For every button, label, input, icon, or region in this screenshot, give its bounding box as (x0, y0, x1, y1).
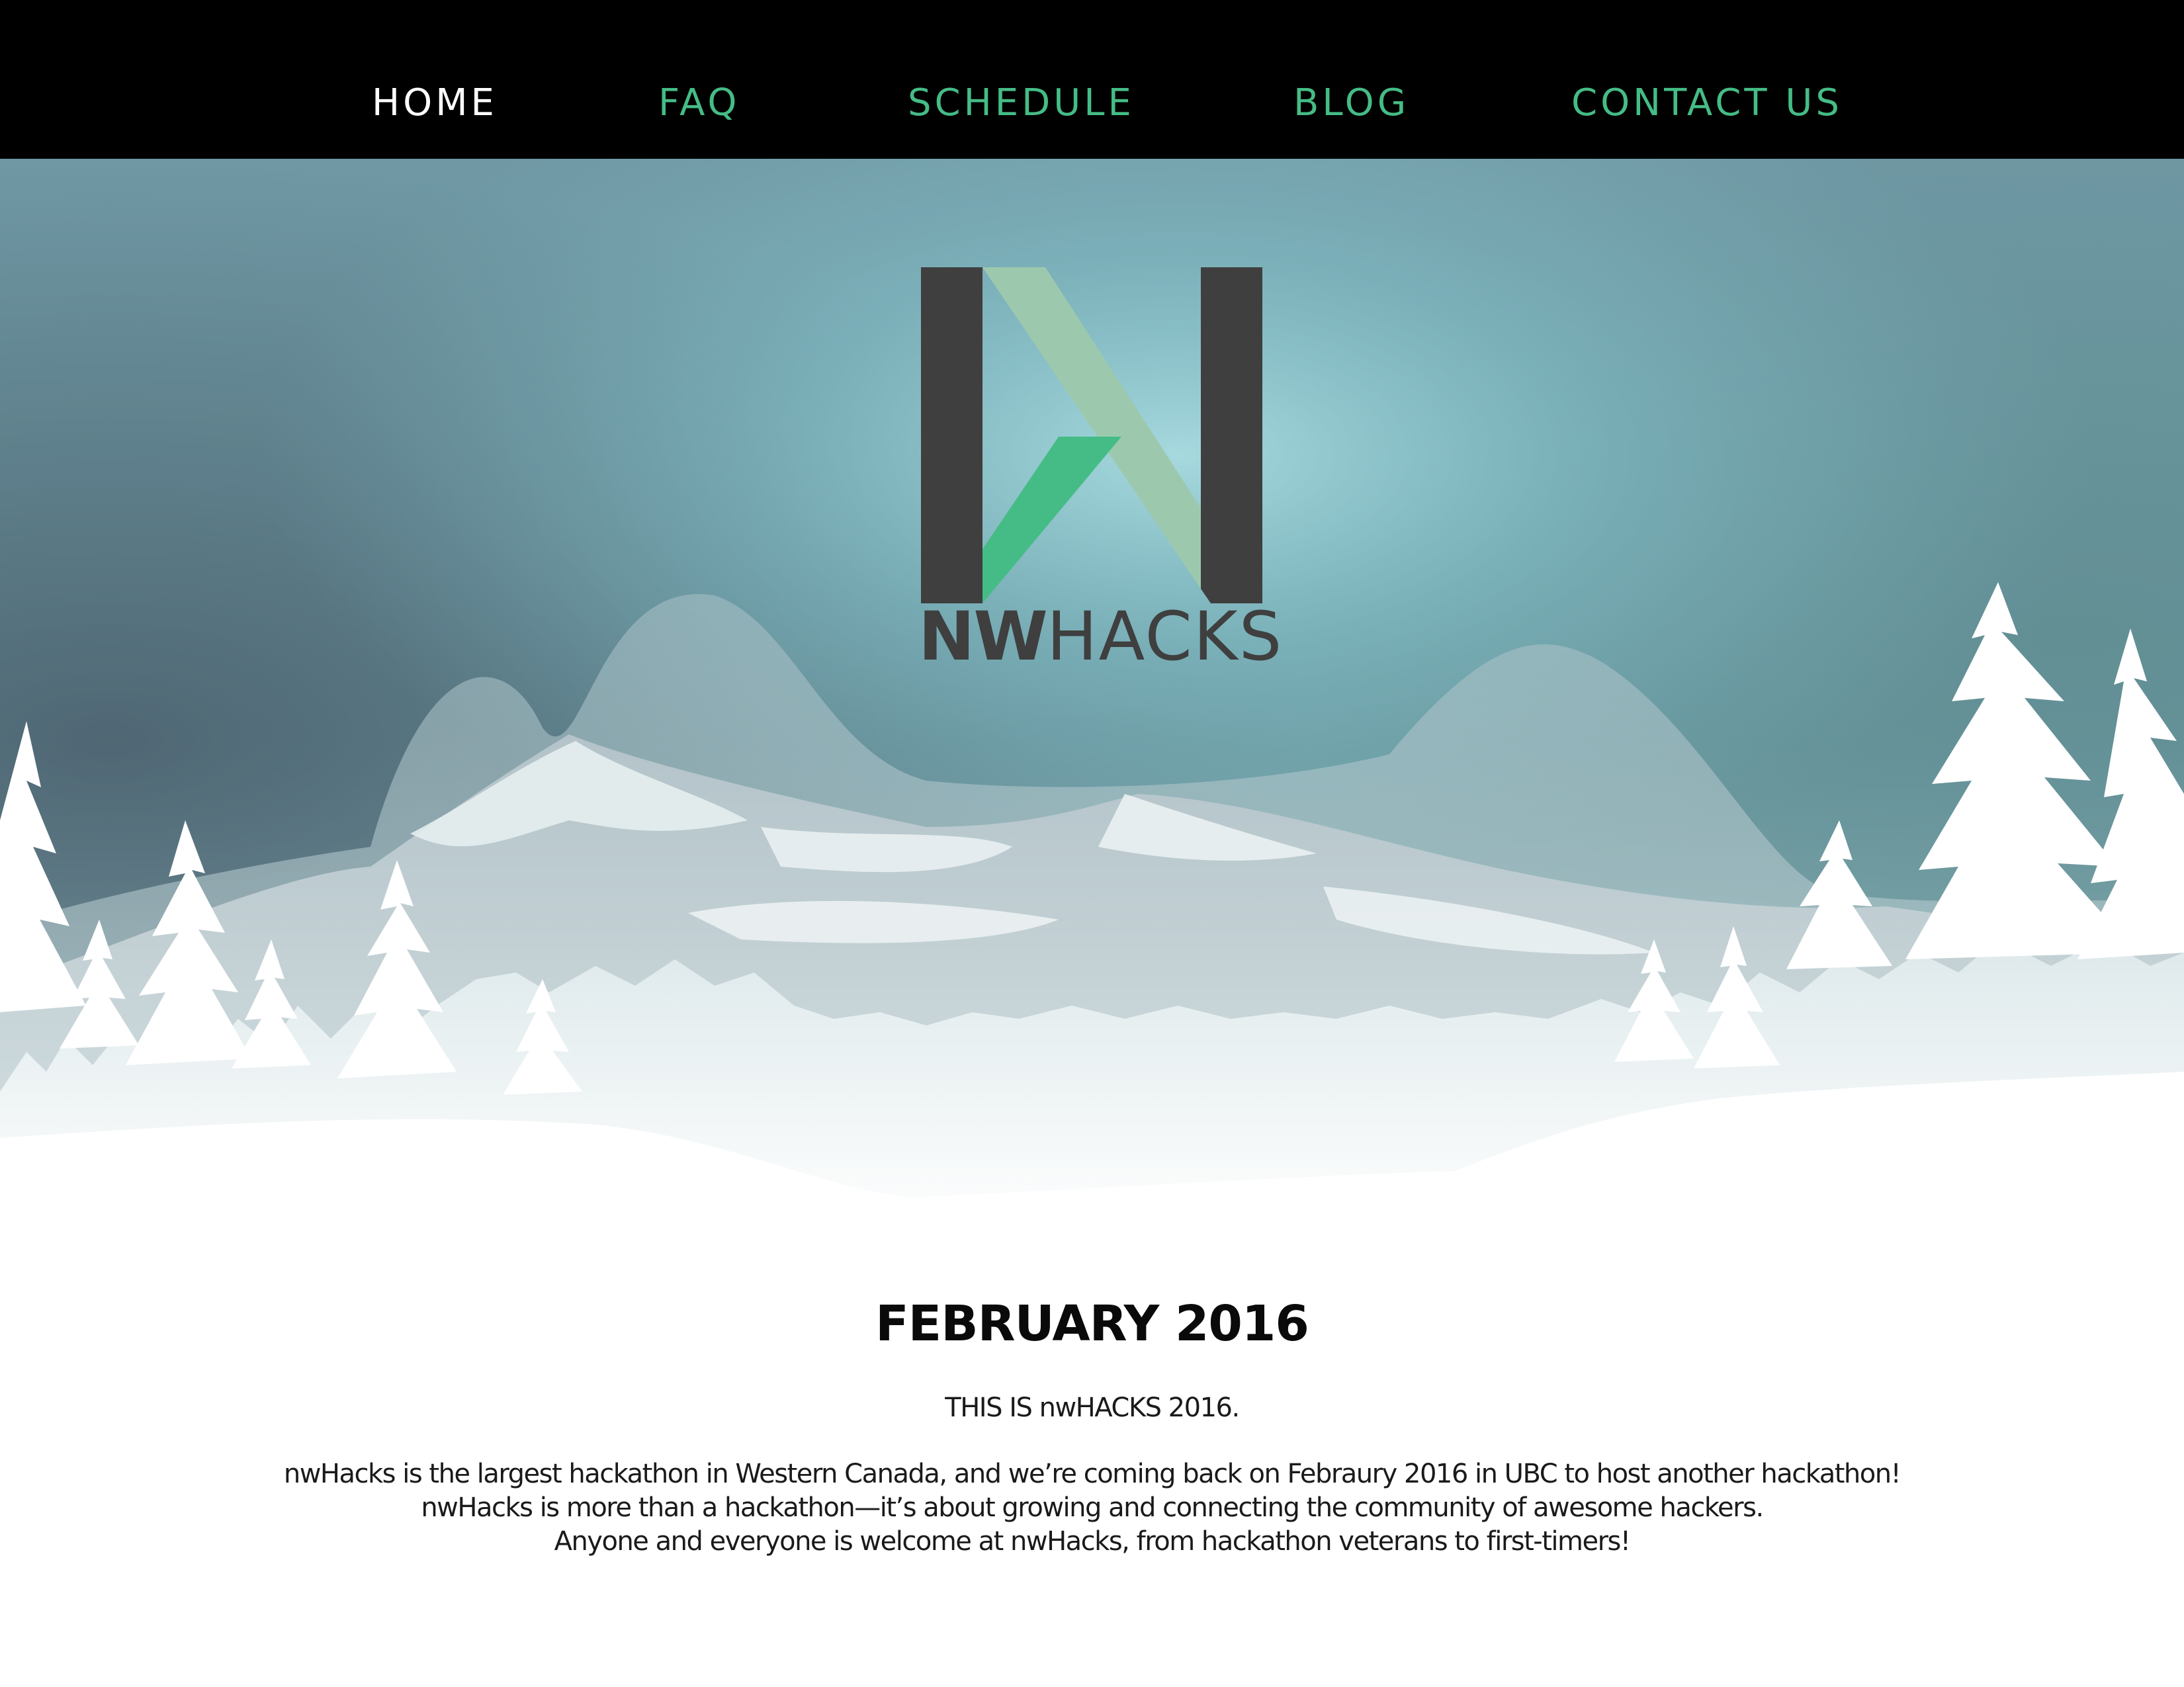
hero-banner: NWHACKS (0, 159, 2184, 1217)
page-headline: FEBRUARY 2016 (875, 1295, 1309, 1352)
nav-link-blog[interactable]: BLOG (1293, 0, 1409, 159)
top-navigation: HOME FAQ SCHEDULE BLOG CONTACT US (0, 0, 2184, 159)
logo-text-light: HACKS (1046, 597, 1284, 676)
nav-link-home[interactable]: HOME (372, 0, 498, 159)
intro-paragraph: nwHacks is the largest hackathon in West… (0, 1457, 2184, 1559)
logo-text-bold: NW (918, 597, 1048, 676)
intro-paragraph-line: nwHacks is the largest hackathon in West… (283, 1459, 1901, 1489)
intro-subheading: THIS IS nwHACKS 2016. (945, 1393, 1240, 1423)
nav-link-faq[interactable]: FAQ (658, 0, 740, 159)
logo-wordmark: NWHACKS (918, 601, 1282, 673)
nav-link-schedule[interactable]: SCHEDULE (908, 0, 1135, 159)
intro-paragraph-line: Anyone and everyone is welcome at nwHack… (554, 1526, 1631, 1557)
intro-paragraph-line: nwHacks is more than a hackathon—it’s ab… (421, 1492, 1764, 1523)
winter-landscape-illustration (0, 159, 2184, 1217)
nav-link-contact-us[interactable]: CONTACT US (1571, 0, 1843, 159)
